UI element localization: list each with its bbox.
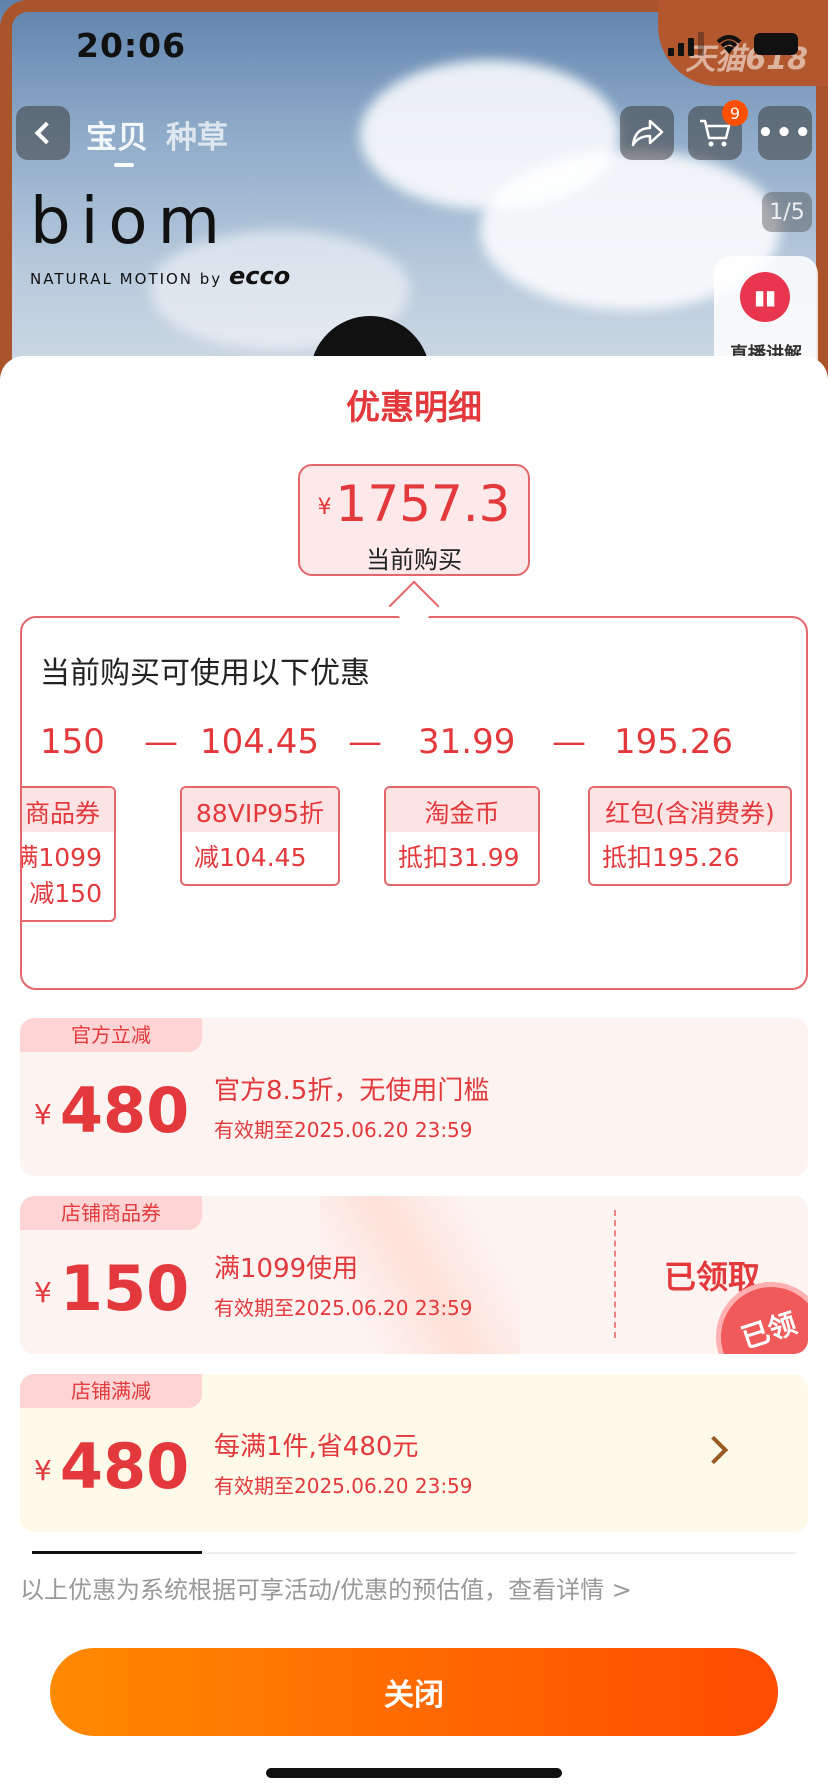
brand-logo: biom NATURAL MOTION by ecco bbox=[30, 190, 290, 290]
home-indicator bbox=[266, 1768, 562, 1778]
tab-item[interactable]: 宝贝 bbox=[86, 112, 148, 167]
minus-sign: — bbox=[348, 722, 382, 762]
currency-symbol: ¥ bbox=[34, 1275, 52, 1309]
currency-symbol: ¥ bbox=[34, 1097, 52, 1131]
chevron-right-icon[interactable] bbox=[699, 1435, 729, 1465]
wifi-icon bbox=[716, 35, 742, 54]
coupon-description: 满1099使用 bbox=[214, 1254, 359, 1284]
cart-button[interactable]: 9 bbox=[688, 100, 748, 160]
chip-body: 满1099 减150 bbox=[20, 832, 114, 920]
coupon-card[interactable]: 店铺商品券 ¥150 满1099使用 有效期至2025.06.20 23:59 … bbox=[20, 1196, 808, 1354]
current-price-caption: 当前购买 bbox=[366, 545, 462, 574]
chip-body-line: 满1099 bbox=[20, 843, 102, 872]
brand-tagline: NATURAL MOTION by ecco bbox=[30, 262, 290, 290]
brand-name: biom bbox=[30, 185, 230, 259]
chip-body: 抵扣31.99 bbox=[386, 832, 538, 884]
chip-body-line: 减150 bbox=[29, 879, 102, 908]
chevron-left-icon bbox=[34, 121, 58, 145]
current-price: ¥1757.3 bbox=[300, 476, 528, 536]
coupon-tag: 官方立减 bbox=[20, 1018, 202, 1052]
chip-body-line: 抵扣195.26 bbox=[602, 843, 740, 872]
status-time: 20:06 bbox=[76, 26, 187, 65]
coupon-validity: 有效期至2025.06.20 23:59 bbox=[214, 1118, 473, 1142]
chip-title: 红包(含消费券) bbox=[590, 788, 790, 832]
image-page-indicator: 1/5 bbox=[762, 192, 812, 232]
coupon-amount-value: 150 bbox=[59, 1252, 190, 1325]
close-button[interactable]: 关闭 bbox=[50, 1648, 778, 1736]
coupon-tag: 店铺商品券 bbox=[20, 1196, 202, 1230]
coupon-amount-value: 480 bbox=[59, 1430, 190, 1503]
coupon-description: 每满1件,省480元 bbox=[214, 1432, 419, 1462]
coupon-validity: 有效期至2025.06.20 23:59 bbox=[214, 1474, 473, 1498]
discount-detail-sheet: 优惠明细 ¥1757.3 当前购买 当前购买可使用以下优惠 150 — 104.… bbox=[0, 356, 828, 1792]
calc-amount: 104.45 bbox=[200, 722, 319, 762]
coupon-tag: 店铺满减 bbox=[20, 1374, 202, 1408]
current-price-value: 1757.3 bbox=[335, 475, 511, 533]
discount-chip[interactable]: 红包(含消费券) 抵扣195.26 bbox=[588, 786, 792, 886]
minus-sign: — bbox=[552, 722, 586, 762]
coupon-divider bbox=[614, 1210, 616, 1338]
brand-tagline-text: NATURAL MOTION by bbox=[30, 270, 223, 288]
chip-body: 抵扣195.26 bbox=[590, 832, 790, 884]
discount-chip[interactable]: 88VIP95折 减104.45 bbox=[180, 786, 340, 886]
calc-heading: 当前购买可使用以下优惠 bbox=[40, 656, 370, 691]
discount-chip[interactable]: 淘金币 抵扣31.99 bbox=[384, 786, 540, 886]
calc-amount: 150 bbox=[40, 722, 105, 762]
calc-amount: 31.99 bbox=[418, 722, 516, 762]
coupon-card[interactable]: 官方立减 ¥480 官方8.5折，无使用门槛 有效期至2025.06.20 23… bbox=[20, 1018, 808, 1176]
minus-sign: — bbox=[144, 722, 178, 762]
chip-body: 减104.45 bbox=[182, 832, 338, 884]
sheet-title: 优惠明细 bbox=[346, 388, 482, 428]
status-icons bbox=[668, 32, 798, 56]
coupon-validity: 有效期至2025.06.20 23:59 bbox=[214, 1296, 473, 1320]
coupon-amount-value: 480 bbox=[59, 1074, 190, 1147]
back-button[interactable] bbox=[16, 106, 70, 160]
coupon-card[interactable]: 店铺满减 ¥480 每满1件,省480元 有效期至2025.06.20 23:5… bbox=[20, 1374, 808, 1532]
divider bbox=[32, 1551, 796, 1554]
discount-calc-box: 当前购买可使用以下优惠 150 — 104.45 — 31.99 — 195.2… bbox=[20, 616, 808, 990]
share-icon bbox=[631, 119, 664, 147]
signal-icon bbox=[668, 32, 704, 56]
share-button[interactable] bbox=[620, 106, 674, 160]
currency-symbol: ¥ bbox=[317, 494, 332, 520]
coupon-description: 官方8.5折，无使用门槛 bbox=[214, 1076, 490, 1106]
discount-chip[interactable]: 商品券 满1099 减150 bbox=[20, 786, 116, 922]
currency-symbol: ¥ bbox=[34, 1453, 52, 1487]
chip-title: 淘金币 bbox=[386, 788, 538, 832]
more-button[interactable]: ••• bbox=[757, 106, 813, 160]
chip-body-line: 减104.45 bbox=[194, 843, 307, 872]
nav-tabs: 宝贝 种草 bbox=[86, 112, 228, 167]
coupon-amount: ¥480 bbox=[34, 1076, 189, 1150]
cart-count-badge: 9 bbox=[722, 100, 748, 126]
more-icon: ••• bbox=[757, 118, 813, 148]
coupon-amount: ¥150 bbox=[34, 1254, 189, 1328]
brand-maker: ecco bbox=[228, 262, 291, 290]
coupon-amount: ¥480 bbox=[34, 1432, 189, 1506]
tab-reviews[interactable]: 种草 bbox=[166, 112, 228, 157]
chip-body-line: 抵扣31.99 bbox=[398, 843, 520, 872]
battery-icon bbox=[754, 33, 798, 55]
chip-title: 商品券 bbox=[22, 788, 114, 832]
footnote-link[interactable]: 以上优惠为系统根据可享活动/优惠的预估值，查看详情 > bbox=[20, 1570, 632, 1605]
chip-title: 88VIP95折 bbox=[182, 788, 338, 832]
product-page-background: 天猫618 20:06 宝贝 种草 9 ••• 1/5 ▮▮ 直播讲解 biom… bbox=[0, 0, 828, 380]
calc-amount: 195.26 bbox=[614, 722, 733, 762]
live-stream-icon: ▮▮ bbox=[740, 272, 790, 322]
current-price-box: ¥1757.3 当前购买 bbox=[298, 464, 530, 576]
